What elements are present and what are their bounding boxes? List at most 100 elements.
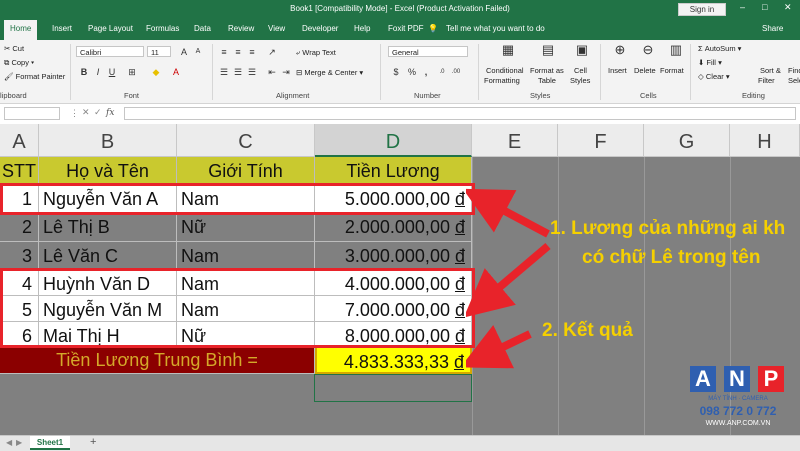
column-header-b[interactable]: B (39, 124, 177, 157)
copy-button[interactable]: ⧉ Copy ▾ (4, 58, 34, 68)
column-header-f[interactable]: F (558, 124, 644, 157)
table-cell-salary[interactable]: 5.000.000,00 đ (315, 185, 472, 213)
align-right-icon[interactable]: ☰ (246, 66, 258, 78)
font-name-dropdown[interactable]: Calibri (76, 46, 144, 57)
percent-icon[interactable]: % (406, 66, 418, 78)
table-cell-salary[interactable]: 2.000.000,00 đ (315, 213, 472, 242)
tab-home[interactable]: Home (4, 20, 38, 40)
tab-help[interactable]: Help (354, 24, 370, 33)
table-cell-stt[interactable]: 6 (0, 322, 39, 346)
table-cell-stt[interactable]: 3 (0, 242, 39, 270)
table-cell-salary[interactable]: 7.000.000,00 đ (315, 296, 472, 322)
table-cell-salary[interactable]: 8.000.000,00 đ (315, 322, 472, 346)
insert-function-icon[interactable]: fx (106, 108, 114, 118)
column-header-c[interactable]: C (177, 124, 315, 157)
align-top-icon[interactable]: ≡ (218, 46, 230, 58)
align-middle-icon[interactable]: ≡ (232, 46, 244, 58)
tell-me-search[interactable]: Tell me what you want to do (446, 24, 545, 33)
sign-in-button[interactable]: Sign in (678, 3, 726, 16)
increase-font-icon[interactable]: A (178, 46, 190, 58)
underline-icon[interactable]: U (106, 66, 118, 78)
selected-cell[interactable] (314, 374, 472, 402)
align-left-icon[interactable]: ☰ (218, 66, 230, 78)
conditional-formatting-button[interactable]: Conditional (486, 66, 524, 75)
tab-page-layout[interactable]: Page Layout (88, 24, 133, 33)
header-name[interactable]: Họ và Tên (39, 157, 177, 185)
table-cell-gender[interactable]: Nữ (177, 213, 315, 242)
formula-input[interactable] (124, 107, 796, 120)
table-cell-stt[interactable]: 1 (0, 185, 39, 213)
wrap-text-button[interactable]: ⤶ Wrap Text (296, 48, 336, 58)
scroll-right-icon[interactable]: ▶ (16, 438, 22, 447)
table-cell-stt[interactable]: 2 (0, 213, 39, 242)
header-gender[interactable]: Giới Tính (177, 157, 315, 185)
column-header-h[interactable]: H (730, 124, 800, 157)
bold-icon[interactable]: B (78, 66, 90, 78)
insert-cells-icon[interactable]: ⊕ (612, 43, 628, 60)
column-header-e[interactable]: E (472, 124, 558, 157)
table-cell-name[interactable]: Nguyễn Văn M (39, 296, 177, 322)
increase-decimal-icon[interactable]: .0 (436, 66, 448, 78)
table-cell-name[interactable]: Lê Văn C (39, 242, 177, 270)
average-label[interactable]: Tiền Lương Trung Bình = (0, 346, 315, 374)
average-value[interactable]: 4.833.333,33 đ (315, 346, 472, 374)
table-cell-name[interactable]: Mai Thị H (39, 322, 177, 346)
conditional-formatting-icon[interactable]: ▦ (500, 43, 516, 60)
decrease-decimal-icon[interactable]: .00 (450, 66, 462, 78)
table-cell-stt[interactable]: 5 (0, 296, 39, 322)
table-cell-name[interactable]: Lê Thị B (39, 213, 177, 242)
table-cell-stt[interactable]: 4 (0, 270, 39, 296)
tab-developer[interactable]: Developer (302, 24, 338, 33)
align-bottom-icon[interactable]: ≡ (246, 46, 258, 58)
tab-formulas[interactable]: Formulas (146, 24, 179, 33)
table-cell-gender[interactable]: Nam (177, 185, 315, 213)
add-sheet-icon[interactable]: + (90, 436, 96, 448)
font-size-dropdown[interactable]: 11 (147, 46, 171, 57)
table-cell-salary[interactable]: 3.000.000,00 đ (315, 242, 472, 270)
column-header-a[interactable]: A (0, 124, 39, 157)
minimize-icon[interactable]: – (740, 2, 745, 12)
comma-style-icon[interactable]: , (420, 66, 432, 78)
find-select-button[interactable]: Find (788, 66, 800, 75)
scroll-left-icon[interactable]: ◀ (6, 438, 12, 447)
format-cells-button[interactable]: Format (660, 66, 684, 75)
cell-styles-icon[interactable]: ▣ (574, 43, 590, 60)
insert-cells-button[interactable]: Insert (608, 66, 627, 75)
currency-icon[interactable]: $ (390, 66, 402, 78)
tab-foxit-pdf[interactable]: Foxit PDF (388, 24, 424, 33)
merge-center-button[interactable]: ⊟ Merge & Center ▾ (296, 68, 363, 77)
enter-icon[interactable]: ✓ (94, 107, 102, 118)
sort-filter-button[interactable]: Sort & (760, 66, 781, 75)
table-cell-gender[interactable]: Nam (177, 242, 315, 270)
italic-icon[interactable]: I (92, 66, 104, 78)
borders-icon[interactable]: ⊞ (126, 66, 138, 78)
align-center-icon[interactable]: ☰ (232, 66, 244, 78)
number-format-dropdown[interactable]: General (388, 46, 468, 57)
format-as-table-button[interactable]: Format as (530, 66, 564, 75)
table-icon[interactable]: ▤ (540, 43, 556, 60)
table-cell-gender[interactable]: Nam (177, 296, 315, 322)
font-color-icon[interactable]: A (170, 66, 182, 78)
tab-review[interactable]: Review (228, 24, 254, 33)
sheet-tab-sheet1[interactable]: Sheet1 (30, 436, 70, 450)
fill-button[interactable]: ⬇ Fill ▾ (698, 58, 722, 67)
name-box[interactable] (4, 107, 60, 120)
share-button[interactable]: Share (762, 24, 783, 33)
column-header-d[interactable]: D (315, 124, 472, 157)
orientation-icon[interactable]: ↗ (266, 46, 278, 58)
header-stt[interactable]: STT (0, 157, 39, 185)
format-cells-icon[interactable]: ▥ (668, 43, 684, 60)
increase-indent-icon[interactable]: ⇥ (280, 66, 292, 78)
table-cell-gender[interactable]: Nam (177, 270, 315, 296)
cut-button[interactable]: ✂ Cut (4, 44, 24, 53)
column-header-g[interactable]: G (644, 124, 730, 157)
table-cell-name[interactable]: Huỳnh Văn D (39, 270, 177, 296)
tab-data[interactable]: Data (194, 24, 211, 33)
table-cell-gender[interactable]: Nữ (177, 322, 315, 346)
table-cell-salary[interactable]: 4.000.000,00 đ (315, 270, 472, 296)
autosum-button[interactable]: Σ AutoSum ▾ (698, 44, 741, 53)
format-painter-button[interactable]: 🖌 Format Painter (4, 72, 65, 81)
close-icon[interactable]: ✕ (784, 2, 792, 13)
tab-insert[interactable]: Insert (52, 24, 72, 33)
decrease-indent-icon[interactable]: ⇤ (266, 66, 278, 78)
